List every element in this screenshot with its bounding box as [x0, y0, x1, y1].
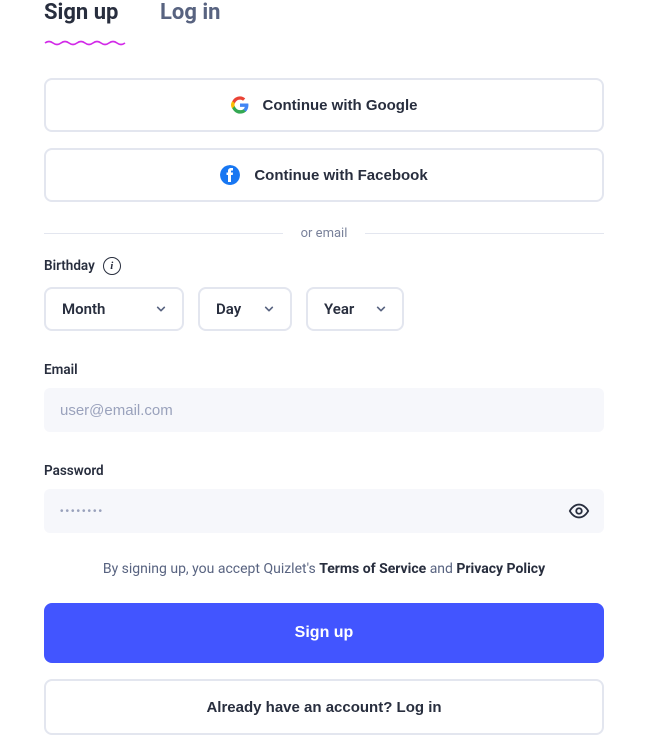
day-value: Day: [216, 300, 241, 318]
birthday-year-select[interactable]: Year: [306, 287, 404, 331]
continue-with-facebook-button[interactable]: Continue with Facebook: [44, 148, 604, 202]
tab-login[interactable]: Log in: [160, 0, 221, 31]
birthday-month-select[interactable]: Month: [44, 287, 184, 331]
year-value: Year: [324, 300, 354, 318]
tab-signup[interactable]: Sign up: [44, 0, 128, 31]
birthday-label: Birthday: [44, 258, 95, 274]
google-button-label: Continue with Google: [263, 97, 418, 114]
divider-label: or email: [301, 226, 348, 241]
facebook-button-label: Continue with Facebook: [254, 167, 427, 184]
or-email-divider: or email: [44, 226, 604, 241]
terms-of-service-link[interactable]: Terms of Service: [319, 561, 426, 577]
birthday-day-select[interactable]: Day: [198, 287, 292, 331]
email-input[interactable]: [44, 388, 604, 432]
eye-icon[interactable]: [568, 500, 590, 522]
signup-button[interactable]: Sign up: [44, 603, 604, 663]
legal-text: By signing up, you accept Quizlet's Term…: [44, 561, 604, 577]
continue-with-google-button[interactable]: Continue with Google: [44, 78, 604, 132]
google-icon: [231, 96, 249, 114]
chevron-down-icon: [156, 304, 166, 314]
password-input[interactable]: [44, 489, 604, 533]
chevron-down-icon: [376, 304, 386, 314]
password-label: Password: [44, 463, 104, 479]
email-label: Email: [44, 362, 78, 378]
active-tab-underline-icon: [44, 40, 128, 46]
info-icon[interactable]: i: [103, 257, 121, 275]
privacy-policy-link[interactable]: Privacy Policy: [456, 561, 545, 577]
facebook-icon: [220, 165, 240, 185]
month-value: Month: [62, 300, 105, 318]
legal-prefix: By signing up, you accept Quizlet's: [103, 561, 319, 577]
legal-mid: and: [430, 561, 457, 577]
chevron-down-icon: [264, 304, 274, 314]
login-instead-button[interactable]: Already have an account? Log in: [44, 679, 604, 735]
